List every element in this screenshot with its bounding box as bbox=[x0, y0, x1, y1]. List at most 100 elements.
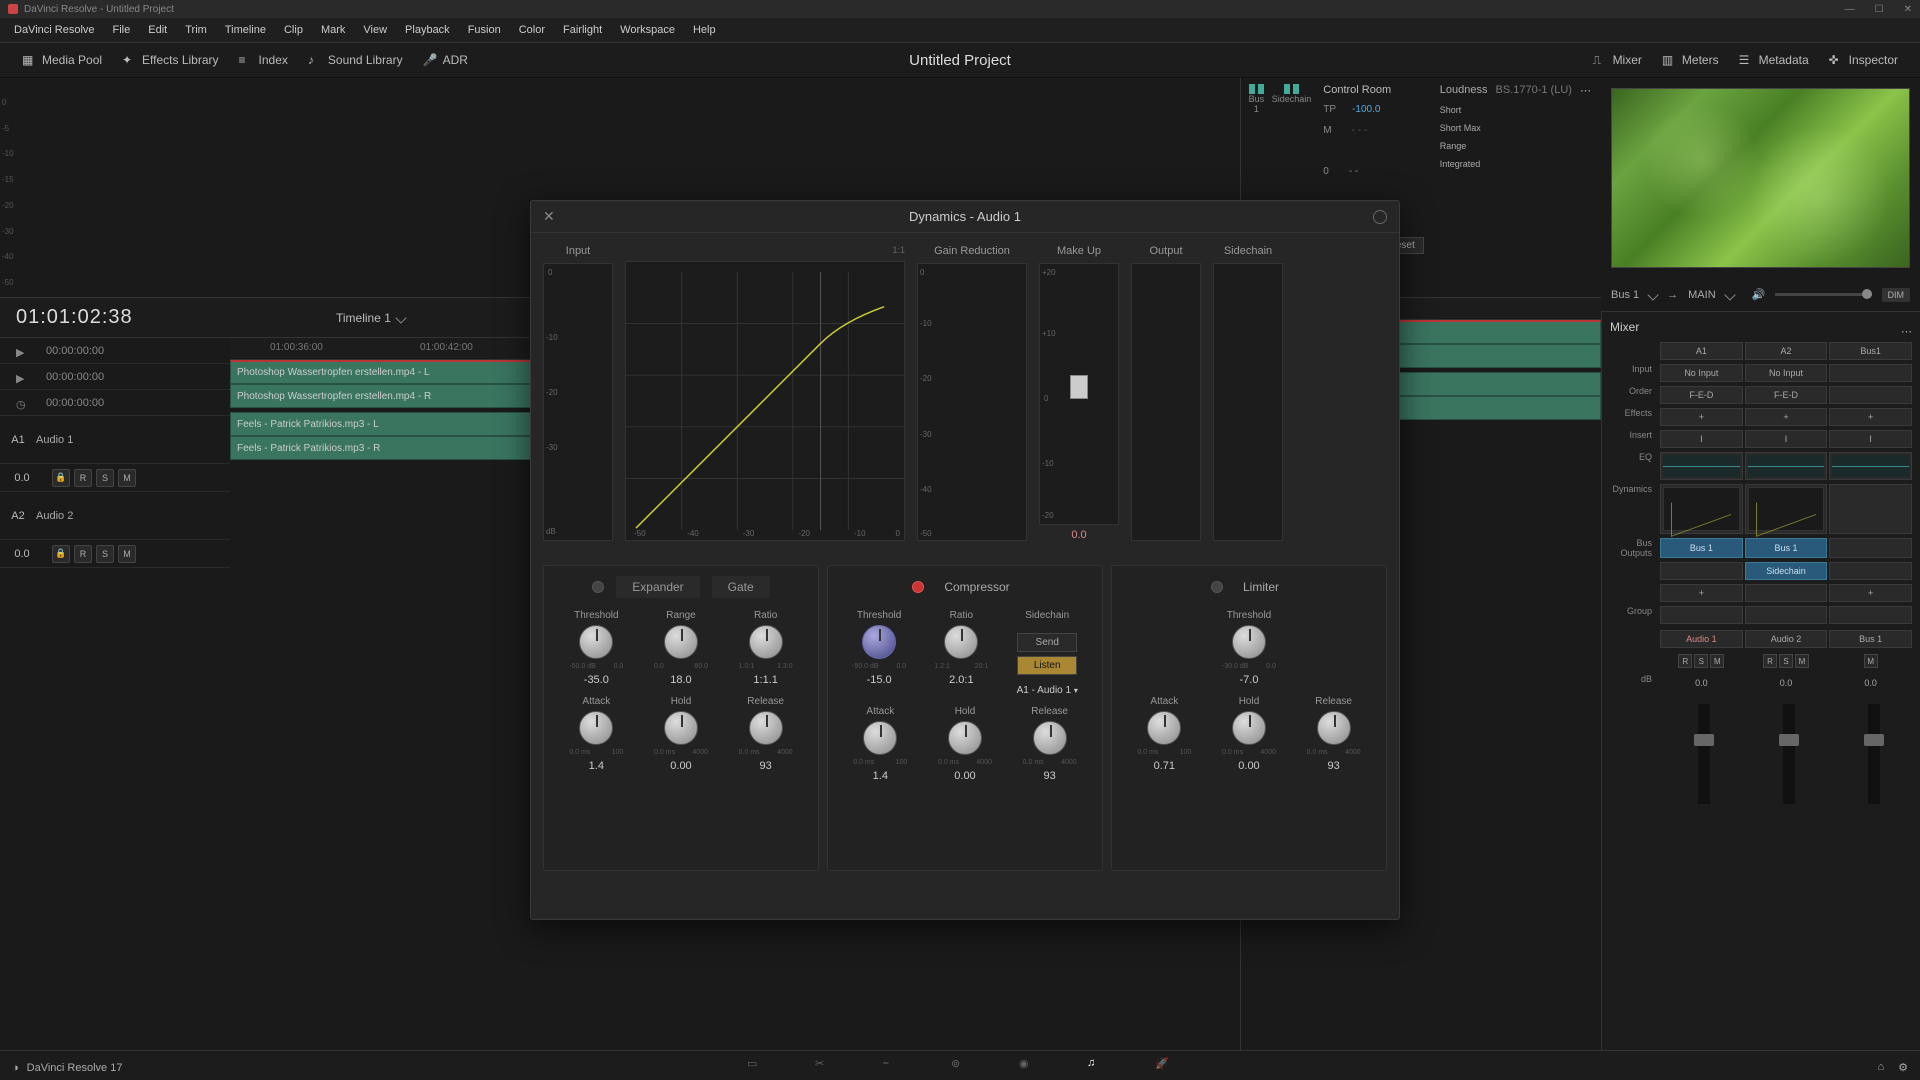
meters-button[interactable]: ▥Meters bbox=[1652, 49, 1729, 71]
expander-ratio-value[interactable]: 1:1.1 bbox=[753, 674, 777, 686]
compressor-release-value[interactable]: 93 bbox=[1044, 770, 1056, 782]
media-page-icon[interactable]: ▭ bbox=[747, 1057, 765, 1075]
insert-cell[interactable]: I bbox=[1829, 430, 1912, 448]
compressor-threshold-value[interactable]: -15.0 bbox=[867, 674, 892, 686]
mute-button[interactable]: M bbox=[118, 545, 136, 563]
solo-button[interactable]: S bbox=[96, 469, 114, 487]
mute-button[interactable]: M bbox=[1864, 654, 1878, 668]
makeup-value[interactable]: 0.0 bbox=[1039, 529, 1119, 541]
makeup-slider-handle[interactable] bbox=[1070, 375, 1088, 399]
limiter-release-value[interactable]: 93 bbox=[1328, 760, 1340, 772]
sidechain-send-button[interactable]: Send bbox=[1017, 633, 1077, 652]
expander-attack-value[interactable]: 1.4 bbox=[589, 760, 604, 772]
expander-hold-knob[interactable] bbox=[664, 711, 698, 745]
bus-out-cell[interactable] bbox=[1829, 538, 1912, 558]
track-header-a1[interactable]: A1 Audio 1 bbox=[0, 416, 230, 464]
eq-cell[interactable] bbox=[1660, 452, 1743, 480]
track-header-a2[interactable]: A2 Audio 2 bbox=[0, 492, 230, 540]
compressor-release-knob[interactable] bbox=[1033, 721, 1067, 755]
compressor-attack-knob[interactable] bbox=[863, 721, 897, 755]
makeup-slider-track[interactable]: +20 +10 0 -10 -20 bbox=[1039, 263, 1119, 525]
solo-button[interactable]: S bbox=[1694, 654, 1708, 668]
mute-button[interactable]: M bbox=[1710, 654, 1724, 668]
menu-fairlight[interactable]: Fairlight bbox=[555, 21, 610, 39]
limiter-threshold-value[interactable]: -7.0 bbox=[1240, 674, 1259, 686]
expander-threshold-knob[interactable] bbox=[579, 625, 613, 659]
close-icon[interactable]: ✕ bbox=[1904, 4, 1912, 15]
menu-clip[interactable]: Clip bbox=[276, 21, 311, 39]
fader-a1[interactable] bbox=[1698, 704, 1710, 804]
dialog-titlebar[interactable]: ✕ Dynamics - Audio 1 bbox=[531, 201, 1399, 233]
menu-workspace[interactable]: Workspace bbox=[612, 21, 683, 39]
input-cell[interactable] bbox=[1829, 364, 1912, 382]
eq-cell[interactable] bbox=[1745, 452, 1828, 480]
input-cell[interactable]: No Input bbox=[1745, 364, 1828, 382]
menu-playback[interactable]: Playback bbox=[397, 21, 458, 39]
menu-trim[interactable]: Trim bbox=[177, 21, 215, 39]
metadata-button[interactable]: ☰Metadata bbox=[1729, 49, 1819, 71]
limiter-release-knob[interactable] bbox=[1317, 711, 1351, 745]
transfer-curve[interactable]: -50 -40 -30 -20 -10 0 bbox=[625, 261, 905, 541]
effects-add[interactable]: + bbox=[1660, 408, 1743, 426]
bus-add[interactable]: + bbox=[1829, 584, 1912, 602]
track-level[interactable]: 0.0 bbox=[0, 548, 44, 560]
mixer-col-a1[interactable]: A1 bbox=[1660, 342, 1743, 360]
dynamics-cell[interactable] bbox=[1745, 484, 1828, 534]
dialog-close-button[interactable]: ✕ bbox=[543, 208, 555, 225]
gate-tab[interactable]: Gate bbox=[712, 576, 770, 598]
bus-sc-cell[interactable]: Sidechain bbox=[1745, 562, 1828, 580]
fader-bus1[interactable] bbox=[1868, 704, 1880, 804]
lock-button[interactable]: 🔒 bbox=[52, 469, 70, 487]
compressor-ratio-value[interactable]: 2.0:1 bbox=[949, 674, 973, 686]
menu-edit[interactable]: Edit bbox=[140, 21, 175, 39]
order-cell[interactable]: F-E-D bbox=[1660, 386, 1743, 404]
menu-color[interactable]: Color bbox=[511, 21, 553, 39]
inspector-button[interactable]: ✜Inspector bbox=[1819, 49, 1908, 71]
menu-fusion[interactable]: Fusion bbox=[460, 21, 509, 39]
eq-cell[interactable] bbox=[1829, 452, 1912, 480]
db-value[interactable]: 0.0 bbox=[1829, 674, 1912, 692]
channel-name[interactable]: Audio 2 bbox=[1745, 630, 1828, 648]
bus-out-cell[interactable]: Bus 1 bbox=[1660, 538, 1743, 558]
mute-button[interactable]: M bbox=[1795, 654, 1809, 668]
timeline-selector[interactable]: Timeline 1 bbox=[336, 311, 405, 325]
cut-page-icon[interactable]: ✂ bbox=[815, 1057, 833, 1075]
more-icon[interactable]: ⋯ bbox=[1580, 84, 1591, 97]
expander-release-knob[interactable] bbox=[749, 711, 783, 745]
menu-help[interactable]: Help bbox=[685, 21, 724, 39]
fairlight-page-icon[interactable]: ♫ bbox=[1087, 1057, 1105, 1075]
expander-hold-value[interactable]: 0.00 bbox=[670, 760, 691, 772]
channel-name[interactable]: Audio 1 bbox=[1660, 630, 1743, 648]
color-page-icon[interactable]: ◉ bbox=[1019, 1057, 1037, 1075]
lock-button[interactable]: 🔒 bbox=[52, 545, 70, 563]
home-icon[interactable]: ⌂ bbox=[1877, 1061, 1884, 1074]
insert-cell[interactable]: I bbox=[1660, 430, 1743, 448]
sound-library-button[interactable]: ♪Sound Library bbox=[298, 49, 413, 71]
effects-add[interactable]: + bbox=[1829, 408, 1912, 426]
expander-range-value[interactable]: 18.0 bbox=[670, 674, 691, 686]
sidechain-source-select[interactable]: A1 - Audio 1 ▾ bbox=[1017, 685, 1078, 696]
effects-library-button[interactable]: ✦Effects Library bbox=[112, 49, 228, 71]
limiter-hold-knob[interactable] bbox=[1232, 711, 1266, 745]
expander-release-value[interactable]: 93 bbox=[760, 760, 772, 772]
channel-name[interactable]: Bus 1 bbox=[1829, 630, 1912, 648]
play-icon[interactable]: ▶ bbox=[16, 372, 26, 382]
limiter-threshold-knob[interactable] bbox=[1232, 625, 1266, 659]
record-button[interactable]: R bbox=[1678, 654, 1692, 668]
bus-out-cell[interactable]: Bus 1 bbox=[1745, 538, 1828, 558]
expander-ratio-knob[interactable] bbox=[749, 625, 783, 659]
solo-button[interactable]: S bbox=[96, 545, 114, 563]
minimize-icon[interactable]: — bbox=[1845, 4, 1855, 15]
order-cell[interactable]: F-E-D bbox=[1745, 386, 1828, 404]
more-icon[interactable]: ⋯ bbox=[1901, 325, 1912, 338]
compressor-enable-toggle[interactable] bbox=[912, 581, 924, 593]
limiter-attack-knob[interactable] bbox=[1147, 711, 1181, 745]
sidechain-listen-button[interactable]: Listen bbox=[1017, 656, 1077, 675]
dynamics-cell[interactable] bbox=[1829, 484, 1912, 534]
record-button[interactable]: R bbox=[1763, 654, 1777, 668]
limiter-hold-value[interactable]: 0.00 bbox=[1238, 760, 1259, 772]
edit-page-icon[interactable]: ⎯ bbox=[883, 1057, 901, 1075]
adr-button[interactable]: 🎤ADR bbox=[413, 49, 478, 71]
limiter-attack-value[interactable]: 0.71 bbox=[1154, 760, 1175, 772]
menu-davinci[interactable]: DaVinci Resolve bbox=[6, 21, 103, 39]
